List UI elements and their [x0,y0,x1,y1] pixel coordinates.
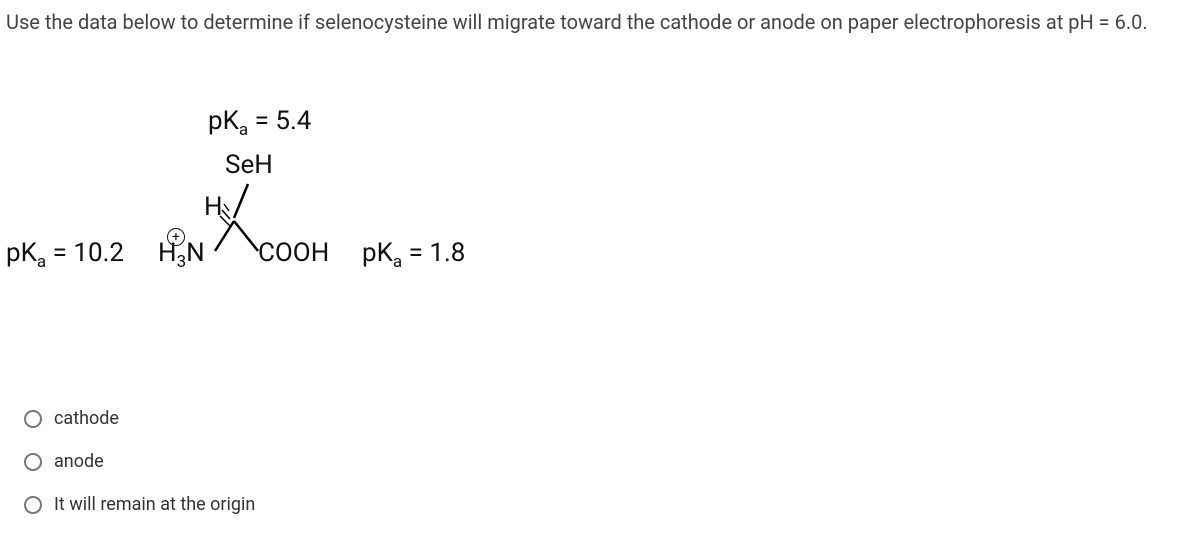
pka-carboxyl-label: pKa = 1.8 [362,238,465,272]
option-label-cathode: cathode [54,408,119,429]
option-label-origin: It will remain at the origin [54,494,255,515]
option-anode: anode [24,451,255,472]
option-origin: It will remain at the origin [24,494,255,515]
hydrogen-label: H [204,192,223,222]
question-text: Use the data below to determine if selen… [0,0,1200,36]
amine-group: H3N [158,238,205,272]
option-label-anode: anode [54,451,104,472]
pka-seh-label: pKa = 5.4 [208,106,311,140]
pka-amine-label: pKa = 10.2 [6,238,124,272]
seh-group: SeH [225,150,273,180]
answer-options: cathode anode It will remain at the orig… [24,408,255,537]
radio-anode[interactable] [24,453,42,471]
option-cathode: cathode [24,408,255,429]
radio-cathode[interactable] [24,410,42,428]
carboxyl-group: COOH [258,238,329,268]
radio-origin[interactable] [24,496,42,514]
molecule-diagram: pKa = 5.4 SeH H + pKa = 10.2 H3N COOH pK… [0,106,1200,326]
